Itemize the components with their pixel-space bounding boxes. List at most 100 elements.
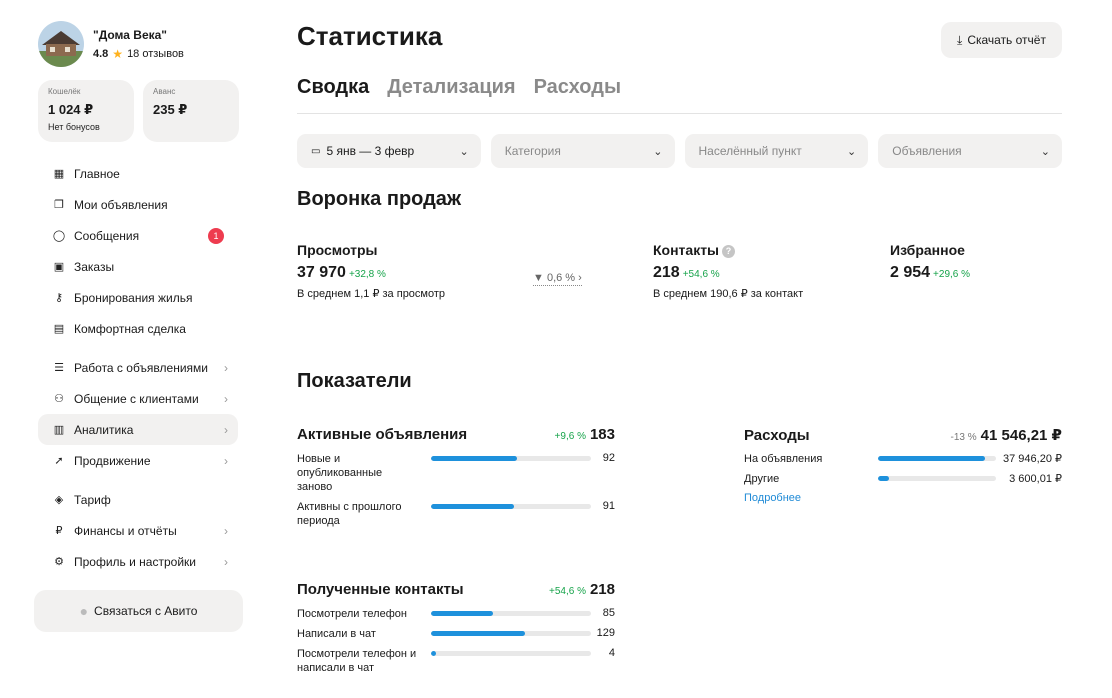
date-range-value: 5 янв — 3 февр xyxy=(326,144,415,158)
table-row: Посмотрели телефон и написали в чат 4 xyxy=(297,647,615,675)
ads-select[interactable]: Объявления ⌄ xyxy=(878,134,1062,168)
bar-fill xyxy=(431,651,436,656)
profile[interactable]: "Дома Века" 4.8 ★ 18 отзывов xyxy=(38,18,244,70)
sidebar-item-ad-work[interactable]: ☰ Работа с объявлениями › xyxy=(38,352,238,383)
row-value: 129 xyxy=(596,627,615,639)
download-label: Скачать отчёт xyxy=(967,33,1046,47)
sidebar-item-orders[interactable]: ▣ Заказы xyxy=(38,251,238,282)
date-range-select[interactable]: ▭ 5 янв — 3 февр ⌄ xyxy=(297,134,481,168)
row-label: Другие xyxy=(744,473,780,485)
active-ads-delta: +9,6 % xyxy=(554,431,586,442)
active-ads-total-row: +9,6 % 183 xyxy=(555,426,615,443)
row-label: Активны с прошлого периода xyxy=(297,501,402,527)
chevron-down-icon: ⌄ xyxy=(653,145,663,158)
expenses-total: 41 546,21 ₽ xyxy=(980,427,1062,444)
sidebar-item-comfort-deal[interactable]: ▤ Комфортная сделка xyxy=(38,313,238,344)
messages-badge: 1 xyxy=(208,227,224,244)
category-select[interactable]: Категория ⌄ xyxy=(490,134,675,168)
sidebar-item-analytics[interactable]: ▥ Аналитика › xyxy=(38,414,238,445)
advance-card[interactable]: Аванс 235 ₽ xyxy=(143,80,239,142)
row-value: 3 600,01 ₽ xyxy=(1009,473,1062,485)
contacts-value-row: 218 +54,6 % xyxy=(653,264,803,282)
sidebar-item-profile-settings[interactable]: ⚙ Профиль и настройки › xyxy=(38,546,238,577)
sidebar-item-bookings[interactable]: ⚷ Бронирования жилья xyxy=(38,282,238,313)
table-row: Новые и опубликованные заново 92 xyxy=(297,452,615,494)
tab-summary[interactable]: Сводка xyxy=(297,72,369,114)
star-icon: ★ xyxy=(112,46,124,61)
bar-fill xyxy=(431,504,515,509)
wallet-card[interactable]: Кошелёк 1 024 ₽ Нет бонусов xyxy=(38,80,134,142)
tariff-icon: ◈ xyxy=(54,494,64,506)
row-label: На объявления xyxy=(744,453,823,465)
bar-fill xyxy=(431,456,518,461)
conversion-link[interactable]: ▼ 0,6 % › xyxy=(533,272,582,286)
box-icon: ▣ xyxy=(53,261,65,273)
sidebar-item-messages[interactable]: ◯ Сообщения 1 xyxy=(38,220,238,251)
table-row: На объявления 37 946,20 ₽ xyxy=(744,452,1062,466)
bar-fill xyxy=(878,476,889,481)
active-ads-block: Активные объявления +9,6 % 183 Новые и оп… xyxy=(297,426,615,534)
chat-icon: ◯ xyxy=(52,230,66,242)
received-contacts-total: 218 xyxy=(589,581,615,598)
chevron-right-icon: › xyxy=(224,554,228,569)
chevron-right-icon: › xyxy=(224,523,228,538)
chart-icon: ▥ xyxy=(53,424,65,436)
sidebar-item-label: Общение с клиентами xyxy=(74,391,199,406)
bar-track xyxy=(431,651,591,656)
tab-details[interactable]: Детализация xyxy=(387,72,515,114)
calendar-icon: ▭ xyxy=(311,145,321,157)
expenses-total-row: -13 % 41 546,21 ₽ xyxy=(951,426,1062,444)
row-label: Новые и опубликованные заново xyxy=(297,453,383,493)
active-ads-title: Активные объявления xyxy=(297,426,468,443)
row-value: 37 946,20 ₽ xyxy=(1003,453,1062,465)
sidebar-item-promotion[interactable]: ➚ Продвижение › xyxy=(38,445,238,476)
download-icon: ⤓ xyxy=(957,32,963,47)
bar-track xyxy=(431,631,591,636)
main-content: Статистика ⤓ Скачать отчёт Сводка Детали… xyxy=(297,18,1062,674)
sidebar-item-clients[interactable]: ⚇ Общение с клиентами › xyxy=(38,383,238,414)
table-row: Посмотрели телефон 85 xyxy=(297,607,615,621)
sidebar-item-my-ads[interactable]: ❐ Мои объявления xyxy=(38,189,238,220)
deal-icon: ▤ xyxy=(53,323,65,335)
city-select[interactable]: Населённый пункт ⌄ xyxy=(684,134,869,168)
sidebar-item-main[interactable]: ▦ Главное xyxy=(38,158,238,189)
tab-expenses[interactable]: Расходы xyxy=(534,72,621,114)
profile-name[interactable]: "Дома Века" xyxy=(93,28,184,42)
views-value-row: 37 970 +32,8 % xyxy=(297,264,445,282)
sidebar-item-finance[interactable]: ₽ Финансы и отчёты › xyxy=(38,515,238,546)
tabs: Сводка Детализация Расходы xyxy=(297,72,1062,114)
contact-avito-button[interactable]: ● Связаться с Авито xyxy=(34,590,243,632)
table-row: Другие 3 600,01 ₽ xyxy=(744,472,1062,486)
rocket-icon: ➚ xyxy=(54,455,64,467)
avatar[interactable] xyxy=(38,21,84,67)
row-label: Написали в чат xyxy=(297,628,376,640)
bar-track xyxy=(431,611,591,616)
profile-rating[interactable]: 4.8 ★ 18 отзывов xyxy=(93,47,184,61)
sidebar-item-label: Продвижение xyxy=(74,453,151,468)
funnel-views: Просмотры 37 970 +32,8 % В среднем 1,1 ₽ … xyxy=(297,242,445,300)
download-report-button[interactable]: ⤓ Скачать отчёт xyxy=(941,22,1062,58)
row-label: Посмотрели телефон xyxy=(297,608,407,620)
sidebar-item-label: Заказы xyxy=(74,259,115,274)
help-icon[interactable]: ? xyxy=(722,244,736,258)
contacts-label-row: Контакты? xyxy=(653,242,803,258)
users-icon: ⚇ xyxy=(54,393,64,405)
chevron-right-icon: › xyxy=(224,453,228,468)
favorites-value: 2 954 xyxy=(890,264,931,281)
sidebar-item-label: Тариф xyxy=(74,492,111,507)
active-ads-total: 183 xyxy=(589,426,615,443)
bar-track xyxy=(431,456,591,461)
wallet-sub: Нет бонусов xyxy=(48,122,100,132)
bubbles-icon: ● xyxy=(79,603,89,619)
list-icon: ☰ xyxy=(54,362,64,374)
expenses-title: Расходы xyxy=(744,427,810,444)
received-contacts-block: Полученные контакты +54,6 % 218 Посмотрел… xyxy=(297,581,615,681)
wallet-label: Кошелёк xyxy=(48,87,81,96)
bar-track xyxy=(431,504,591,509)
contacts-value: 218 xyxy=(653,264,680,281)
sidebar-item-tariff[interactable]: ◈ Тариф xyxy=(38,484,238,515)
more-link[interactable]: Подробнее xyxy=(744,492,1062,504)
favorites-label: Избранное xyxy=(890,242,965,258)
chevron-down-icon: ⌄ xyxy=(1040,145,1050,158)
received-contacts-delta: +54,6 % xyxy=(548,586,586,597)
